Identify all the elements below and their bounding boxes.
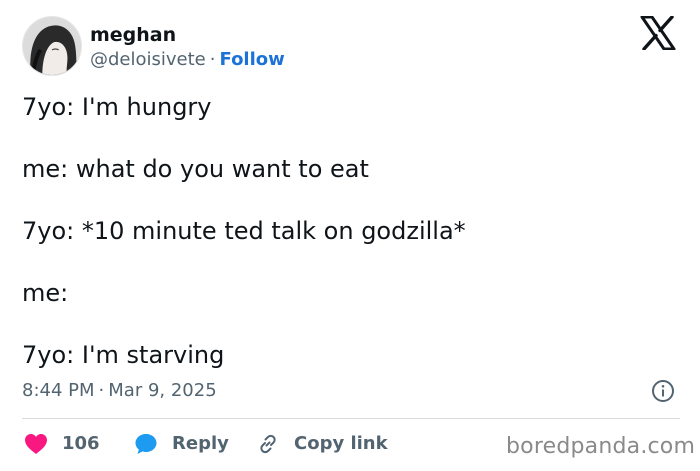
separator-dot: · [209, 49, 216, 70]
x-logo-icon[interactable] [640, 15, 676, 51]
reply-button[interactable]: Reply [134, 428, 229, 460]
timestamp-date: Mar 9, 2025 [108, 380, 217, 401]
tweet-line: me: [22, 279, 69, 307]
tweet-card: meghan @deloisivete · Follow 7yo: I'm hung… [0, 0, 700, 471]
tweet-line: 7yo: I'm hungry [22, 93, 212, 121]
timestamp-time: 8:44 PM [22, 380, 95, 401]
like-button[interactable]: 106 [24, 428, 100, 460]
timestamp-separator: · [98, 380, 105, 401]
link-icon [260, 434, 276, 454]
author-handle[interactable]: @deloisivete [90, 49, 206, 70]
reply-label: Reply [172, 433, 229, 454]
tweet-line: 7yo: *10 minute ted talk on godzilla* [22, 217, 466, 245]
speech-bubble-icon [135, 434, 157, 454]
heart-icon [25, 434, 47, 454]
watermark: boredpanda.com [506, 434, 696, 459]
copy-link-button[interactable]: Copy link [256, 428, 388, 460]
author-name[interactable]: meghan [90, 24, 176, 46]
copy-link-label: Copy link [294, 433, 388, 454]
timestamp[interactable]: 8:44 PM · Mar 9, 2025 [22, 380, 217, 402]
follow-button[interactable]: Follow [220, 49, 285, 70]
author-handle-row: @deloisivete · Follow [90, 49, 285, 71]
divider [22, 418, 680, 419]
info-icon[interactable] [651, 379, 675, 403]
tweet-line: 7yo: I'm starving [22, 341, 225, 369]
avatar[interactable] [22, 16, 82, 76]
like-count: 106 [62, 433, 100, 454]
tweet-line: me: what do you want to eat [22, 155, 369, 183]
avatar-photo [23, 17, 81, 75]
